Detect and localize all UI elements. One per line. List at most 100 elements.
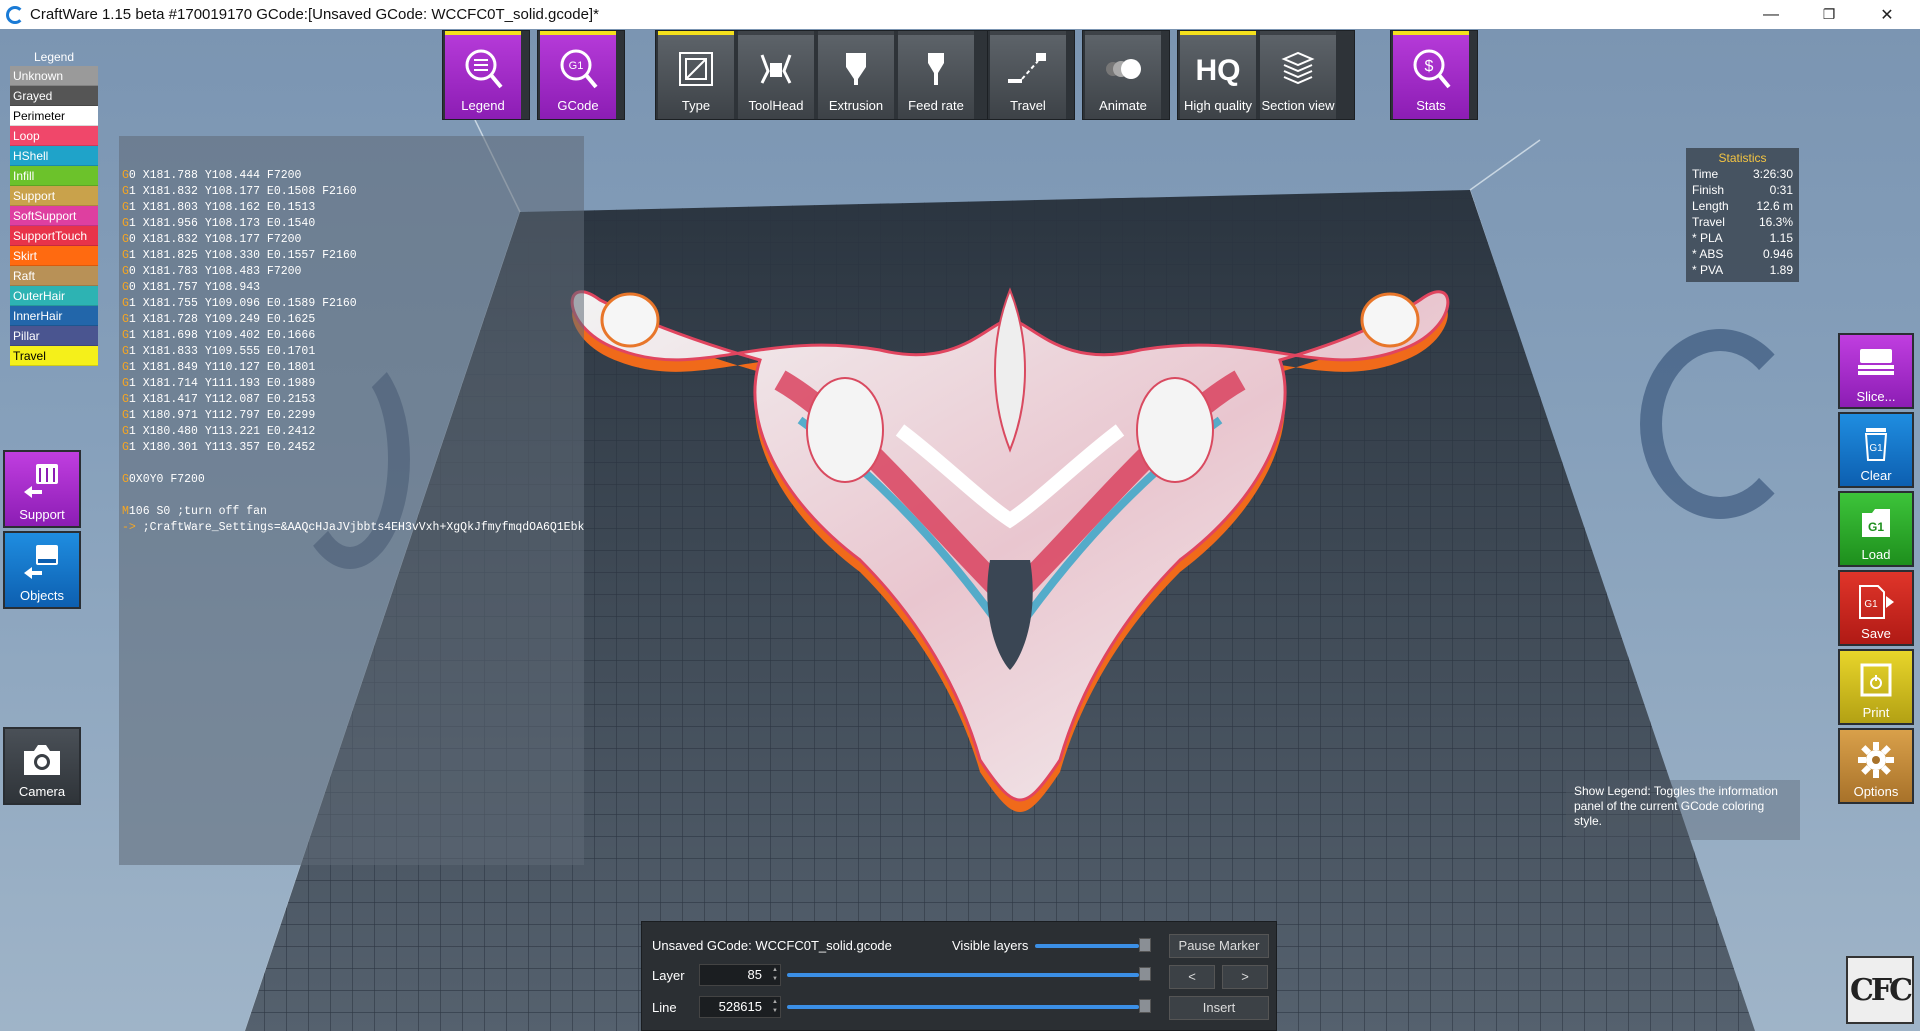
gcode-params: 1 X180.480 Y113.221 E0.2412: [128, 425, 316, 438]
travel-icon: [1006, 47, 1050, 91]
pause-marker-button[interactable]: Pause Marker: [1169, 934, 1269, 958]
type-grid-icon: [674, 47, 718, 91]
travel-button-label: Travel: [1010, 98, 1046, 113]
options-button[interactable]: Options: [1838, 728, 1914, 804]
next-marker-button[interactable]: >: [1222, 965, 1268, 989]
statistics-row: Length 12.6 m: [1692, 198, 1793, 214]
statistics-row: * PLA 1.15: [1692, 230, 1793, 246]
legend-item: Pillar: [10, 326, 98, 346]
layer-slider-thumb[interactable]: [1139, 967, 1151, 981]
high-quality-button[interactable]: HQ High quality: [1180, 31, 1256, 119]
section-view-icon: [1276, 47, 1320, 91]
legend-button-label: Legend: [461, 98, 505, 113]
stats-button[interactable]: $ Stats: [1393, 31, 1469, 119]
watermark-right-icon: [1640, 329, 1800, 519]
layer-slider[interactable]: [787, 973, 1139, 977]
gcode-command: G: [122, 345, 129, 358]
gcode-line: G1 X180.971 Y112.797 E0.2299: [119, 408, 584, 424]
gcode-command: G: [122, 249, 129, 262]
legend-button[interactable]: Legend: [445, 31, 521, 119]
options-button-label: Options: [1853, 784, 1899, 799]
gcode-params: 1 X181.714 Y111.193 E0.1989: [128, 377, 316, 390]
gcode-line: G1 X181.714 Y111.193 E0.1989: [119, 376, 584, 392]
objects-button[interactable]: Objects: [3, 531, 81, 609]
toolbar-view-group: Type ToolHead Extrusion Feed rate: [655, 30, 988, 120]
load-button[interactable]: G1 Load: [1838, 491, 1914, 567]
type-button-label: Type: [681, 98, 711, 113]
gcode-magnifier-icon: G1: [556, 47, 600, 91]
save-button-label: Save: [1861, 626, 1891, 641]
prev-marker-button[interactable]: <: [1169, 965, 1215, 989]
support-button[interactable]: Support: [3, 450, 81, 528]
svg-text:$: $: [1425, 58, 1434, 75]
gcode-line: G1 X181.833 Y109.555 E0.1701: [119, 344, 584, 360]
toolhead-button[interactable]: ToolHead: [738, 31, 814, 119]
travel-button[interactable]: Travel: [990, 31, 1066, 119]
gcode-params: 106 S0 ;turn off fan: [128, 505, 267, 518]
gcode-command: M: [122, 505, 129, 518]
type-button[interactable]: Type: [658, 31, 734, 119]
gcode-command: G: [122, 377, 129, 390]
visible-layers-slider[interactable]: [1035, 944, 1139, 948]
statistics-title: Statistics: [1718, 151, 1767, 165]
legend-item: Travel: [10, 346, 98, 366]
gcode-line: G0 X181.757 Y108.943: [119, 280, 584, 296]
extrusion-button[interactable]: Extrusion: [818, 31, 894, 119]
gcode-line: G0 X181.783 Y108.483 F7200: [119, 264, 584, 280]
close-button[interactable]: ✕: [1858, 0, 1916, 29]
window-title: CraftWare 1.15 beta #170019170 GCode:[Un…: [30, 6, 599, 23]
slice-button[interactable]: Slice...: [1838, 333, 1914, 409]
extrusion-button-label: Extrusion: [828, 98, 884, 113]
gcode-button[interactable]: G1 GCode: [540, 31, 616, 119]
legend-item: Raft: [10, 266, 98, 286]
statistics-key: Length: [1692, 199, 1729, 213]
gcode-line: G1 X181.755 Y109.096 E0.1589 F2160: [119, 296, 584, 312]
gcode-command: G: [122, 329, 129, 342]
gcode-filename: Unsaved GCode: WCCFC0T_solid.gcode: [652, 938, 892, 953]
legend-item: OuterHair: [10, 286, 98, 306]
print-button[interactable]: Print: [1838, 649, 1914, 725]
svg-text:G1: G1: [1864, 599, 1878, 610]
section-view-button[interactable]: Section view: [1260, 31, 1336, 119]
feedrate-button[interactable]: Feed rate: [898, 31, 974, 119]
gcode-line: [119, 456, 584, 472]
gcode-params: 0 X181.832 Y108.177 F7200: [128, 233, 302, 246]
minimize-button[interactable]: —: [1742, 0, 1800, 29]
line-spinbox[interactable]: 528615: [699, 996, 781, 1018]
gcode-command: G: [122, 361, 129, 374]
maximize-button[interactable]: ❐: [1800, 0, 1858, 29]
visible-layers-thumb[interactable]: [1139, 938, 1151, 952]
svg-text:G1: G1: [1868, 520, 1884, 534]
save-button[interactable]: G1 Save: [1838, 570, 1914, 646]
gcode-command: G: [122, 201, 129, 214]
legend-item: Infill: [10, 166, 98, 186]
animate-button[interactable]: Animate: [1085, 31, 1161, 119]
gcode-line: G0 X181.788 Y108.444 F7200: [119, 168, 584, 184]
camera-icon: [20, 739, 64, 782]
statistics-row: * ABS 0.946: [1692, 246, 1793, 262]
layer-spinbox[interactable]: 85: [699, 964, 781, 986]
stats-magnifier-icon: $: [1409, 47, 1453, 91]
gcode-command: G: [122, 425, 129, 438]
layer-label: Layer: [652, 968, 685, 983]
gcode-line: G0 X181.832 Y108.177 F7200: [119, 232, 584, 248]
gcode-command: G: [122, 441, 129, 454]
cfc-logo: CFC: [1846, 956, 1914, 1024]
clear-button[interactable]: G1 Clear: [1838, 412, 1914, 488]
stats-button-label: Stats: [1416, 98, 1446, 113]
statistics-row: Finish 0:31: [1692, 182, 1793, 198]
camera-button[interactable]: Camera: [3, 727, 81, 805]
legend-item: SupportTouch: [10, 226, 98, 246]
slice-icon: [1854, 345, 1898, 388]
gcode-line: G1 X180.480 Y113.221 E0.2412: [119, 424, 584, 440]
gcode-params: 1 X181.698 Y109.402 E0.1666: [128, 329, 316, 342]
title-bar: CraftWare 1.15 beta #170019170 GCode:[Un…: [0, 0, 1920, 29]
line-slider-thumb[interactable]: [1139, 999, 1151, 1013]
statistics-value: 12.6 m: [1756, 199, 1793, 213]
gcode-command: G: [122, 281, 129, 294]
line-slider[interactable]: [787, 1005, 1139, 1009]
insert-button[interactable]: Insert: [1169, 996, 1269, 1020]
gcode-params: 0 X181.757 Y108.943: [128, 281, 261, 294]
toolhead-button-label: ToolHead: [748, 98, 804, 113]
gcode-panel[interactable]: G0 X181.788 Y108.444 F7200 G1 X181.832 Y1…: [119, 136, 584, 865]
